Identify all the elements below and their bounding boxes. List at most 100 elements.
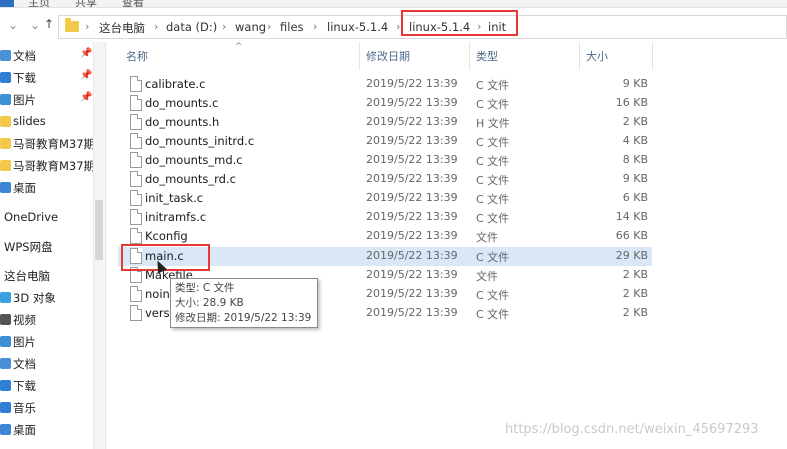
recent-locations-chevron-icon[interactable]: ⌄ — [6, 18, 20, 32]
music-icon — [0, 402, 11, 413]
file-type: C 文件 — [476, 155, 510, 168]
nav-item-mage-m37-2[interactable]: 马哥教育M37期 — [0, 156, 105, 176]
chevron-down-icon[interactable]: ⌄ — [28, 18, 42, 32]
file-type: C 文件 — [476, 136, 510, 149]
breadcrumb-separator-icon[interactable]: › — [313, 20, 317, 33]
nav-scrollbar-thumb[interactable] — [95, 200, 103, 260]
folder-icon — [0, 160, 11, 171]
pictures-icon — [0, 336, 11, 347]
tooltip-size: 大小: 28.9 KB — [175, 297, 244, 309]
table-row[interactable]: initramfs.c 2019/5/22 13:39 C 文件 14 KB — [118, 208, 652, 227]
c-file-icon — [130, 95, 142, 111]
breadcrumb-separator-icon[interactable]: › — [396, 20, 400, 33]
file-date: 2019/5/22 13:39 — [366, 287, 458, 300]
breadcrumb-files[interactable]: files — [280, 20, 304, 34]
table-row[interactable]: do_mounts_initrd.c 2019/5/22 13:39 C 文件 … — [118, 132, 652, 151]
c-file-icon — [130, 171, 142, 187]
nav-item-wps-cloud[interactable]: WPS网盘 — [0, 237, 105, 257]
breadcrumb-separator-icon[interactable]: › — [267, 20, 271, 33]
file-name: calibrate.c — [145, 77, 206, 91]
c-file-icon — [130, 152, 142, 168]
h-file-icon — [130, 114, 142, 130]
nav-item-desktop-pc[interactable]: 桌面 — [0, 420, 105, 440]
column-header-size[interactable]: 大小 — [586, 48, 608, 70]
file-info-tooltip: 类型: C 文件 大小: 28.9 KB 修改日期: 2019/5/22 13:… — [170, 278, 318, 328]
column-header-type[interactable]: 类型 — [476, 48, 498, 70]
nav-item-music[interactable]: 音乐 — [0, 398, 105, 418]
highlight-box-path — [401, 10, 518, 36]
nav-item-videos[interactable]: 视频 — [0, 310, 105, 330]
column-header-name[interactable]: 名称 — [126, 48, 148, 70]
watermark: https://blog.csdn.net/weixin_45697293 — [505, 422, 759, 437]
c-file-icon — [130, 209, 142, 225]
file-date: 2019/5/22 13:39 — [366, 77, 458, 90]
desktop-icon — [0, 424, 11, 435]
file-date: 2019/5/22 13:39 — [366, 268, 458, 281]
file-size: 16 KB — [615, 96, 648, 109]
file-name: initramfs.c — [145, 210, 207, 224]
file-date: 2019/5/22 13:39 — [366, 191, 458, 204]
documents-icon — [0, 358, 11, 369]
nav-item-label: 音乐 — [13, 401, 36, 415]
file-size: 2 KB — [622, 287, 648, 300]
file-list: ^ 名称 修改日期 类型 大小 calibrate.c 2019/5/22 13… — [112, 42, 787, 449]
file-type: C 文件 — [476, 79, 510, 92]
column-divider[interactable] — [359, 42, 360, 70]
pin-icon[interactable]: 📌 — [80, 70, 92, 81]
nav-item-slides[interactable]: slides — [0, 112, 105, 132]
tooltip-type: 类型: C 文件 — [175, 282, 235, 294]
nav-item-mage-m37-1[interactable]: 马哥教育M37期 — [0, 134, 105, 154]
download-icon — [0, 72, 11, 83]
nav-item-downloads-pc[interactable]: 下载 — [0, 376, 105, 396]
breadcrumb-separator-icon[interactable]: › — [85, 20, 89, 33]
column-header-date[interactable]: 修改日期 — [366, 48, 410, 70]
ribbon-tab-share[interactable]: 共享 — [75, 0, 97, 7]
breadcrumb-wang[interactable]: wang — [235, 20, 266, 34]
file-menu-tab[interactable] — [0, 0, 14, 7]
file-date: 2019/5/22 13:39 — [366, 115, 458, 128]
nav-item-desktop[interactable]: 桌面 — [0, 178, 105, 198]
ribbon: 主页 共享 查看 — [0, 0, 787, 8]
column-divider[interactable] — [652, 42, 653, 70]
up-arrow-icon[interactable]: ↑ — [42, 17, 56, 31]
file-name: Kconfig — [145, 229, 188, 243]
pin-icon[interactable]: 📌 — [80, 48, 92, 59]
breadcrumb-data-drive[interactable]: data (D:) — [166, 20, 217, 34]
file-date: 2019/5/22 13:39 — [366, 96, 458, 109]
column-divider[interactable] — [579, 42, 580, 70]
breadcrumb-linux-outer[interactable]: linux-5.1.4 — [327, 20, 388, 34]
nav-item-pictures-pc[interactable]: 图片 — [0, 332, 105, 352]
ribbon-tab-home[interactable]: 主页 — [28, 0, 50, 7]
table-row[interactable]: do_mounts_rd.c 2019/5/22 13:39 C 文件 9 KB — [118, 170, 652, 189]
nav-item-label: 马哥教育M37期 — [13, 159, 96, 173]
pin-icon[interactable]: 📌 — [80, 92, 92, 103]
table-row[interactable]: do_mounts.c 2019/5/22 13:39 C 文件 16 KB — [118, 94, 652, 113]
table-row[interactable]: do_mounts_md.c 2019/5/22 13:39 C 文件 8 KB — [118, 151, 652, 170]
nav-item-this-pc[interactable]: 这台电脑 — [0, 266, 105, 286]
nav-item-pictures[interactable]: 图片 📌 — [0, 90, 105, 110]
file-type: C 文件 — [476, 251, 510, 264]
nav-item-label: 下载 — [13, 379, 36, 393]
file-date: 2019/5/22 13:39 — [366, 229, 458, 242]
nav-item-documents-pc[interactable]: 文档 — [0, 354, 105, 374]
nav-item-downloads[interactable]: 下载 📌 — [0, 68, 105, 88]
nav-item-documents[interactable]: 文档 📌 — [0, 46, 105, 66]
table-row[interactable]: do_mounts.h 2019/5/22 13:39 H 文件 2 KB — [118, 113, 652, 132]
breadcrumb-this-pc[interactable]: 这台电脑 — [99, 20, 145, 36]
column-divider[interactable] — [469, 42, 470, 70]
navigation-pane: 文档 📌 下载 📌 图片 📌 slides 马哥教育M37期 马哥教育M37期 … — [0, 42, 106, 449]
table-row[interactable]: init_task.c 2019/5/22 13:39 C 文件 6 KB — [118, 189, 652, 208]
table-row[interactable]: calibrate.c 2019/5/22 13:39 C 文件 9 KB — [118, 75, 652, 94]
file-size: 8 KB — [622, 153, 648, 166]
file-size: 14 KB — [615, 210, 648, 223]
breadcrumb-separator-icon[interactable]: › — [222, 20, 226, 33]
nav-item-label: 视频 — [13, 313, 36, 327]
file-name: do_mounts.h — [145, 115, 220, 129]
ribbon-tab-view[interactable]: 查看 — [122, 0, 144, 7]
nav-item-label: 图片 — [13, 335, 36, 349]
file-size: 2 KB — [622, 268, 648, 281]
file-size: 6 KB — [622, 191, 648, 204]
breadcrumb-separator-icon[interactable]: › — [154, 20, 158, 33]
nav-item-onedrive[interactable]: OneDrive — [0, 208, 105, 228]
nav-item-3d-objects[interactable]: 3D 对象 — [0, 288, 105, 308]
